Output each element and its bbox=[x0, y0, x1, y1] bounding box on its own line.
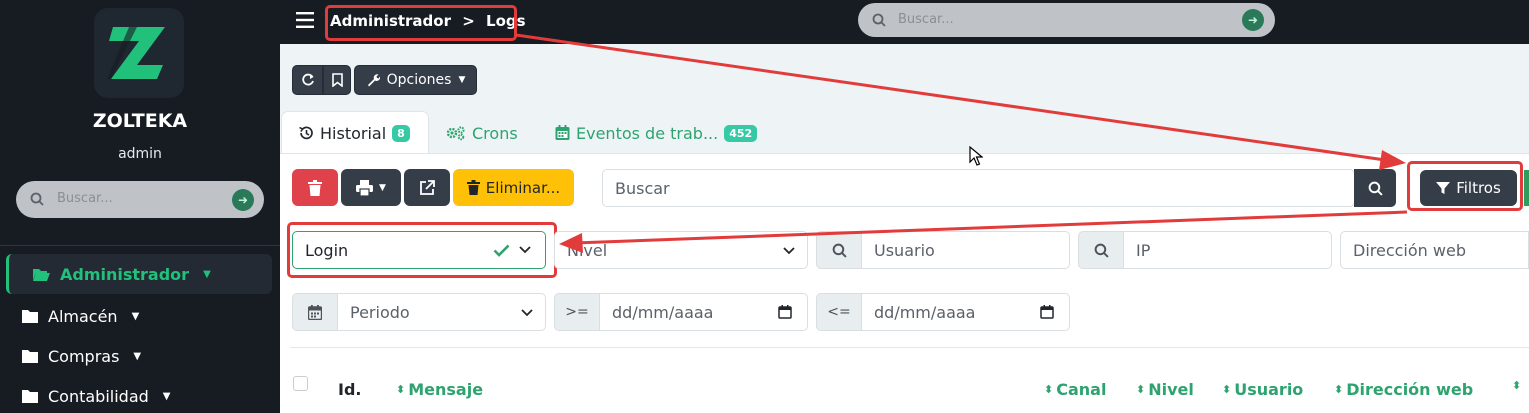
annotation-arrow-to-channel bbox=[573, 210, 1408, 245]
arrowhead-icon bbox=[1379, 150, 1406, 170]
annotation-arrows bbox=[515, 33, 1408, 253]
annotation-arrow-to-filters bbox=[515, 33, 1393, 163]
arrowhead-icon bbox=[559, 233, 583, 253]
